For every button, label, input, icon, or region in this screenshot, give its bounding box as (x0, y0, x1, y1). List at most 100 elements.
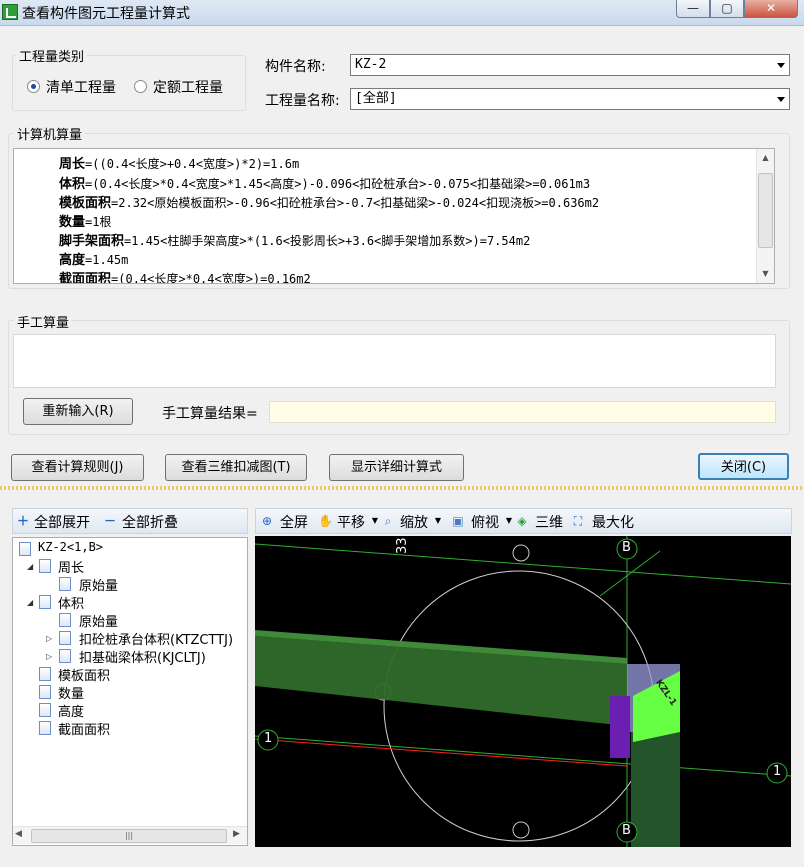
qty-name-value: [全部] (355, 91, 397, 106)
tree-item-perimeter[interactable]: 周长 (58, 557, 84, 576)
pan-button[interactable]: 平移 (337, 512, 365, 532)
expand-all-button[interactable]: 全部展开 (34, 512, 90, 532)
radio-bill-qty-label[interactable]: 清单工程量 (46, 77, 116, 97)
qty-name-select[interactable]: [全部] (350, 88, 790, 110)
tree-item-deduct-cap[interactable]: 扣砼桩承台体积(KTZCTTJ) (79, 629, 233, 648)
dimension-label: 33 (395, 537, 410, 554)
collapsed-arrow-icon[interactable]: ▷ (46, 634, 52, 643)
radio-bill-qty[interactable] (27, 80, 40, 93)
manual-result-label: 手工算量结果= (162, 406, 258, 422)
axis-label-b-bottom: B (622, 823, 631, 838)
top-view-button[interactable]: 俯视 (471, 512, 499, 532)
tree-item-volume-original[interactable]: 原始量 (79, 611, 118, 630)
scroll-thumb[interactable]: ||| (31, 829, 227, 843)
reenter-button[interactable]: 重新输入(R) (23, 398, 133, 425)
axis-label-1-left: 1 (264, 731, 273, 746)
collapse-all-button[interactable]: 全部折叠 (122, 512, 178, 532)
axis-line (255, 543, 791, 585)
tree-horizontal-scrollbar[interactable]: ◀ ||| ▶ (13, 826, 247, 844)
3d-scene (255, 536, 791, 847)
app-icon (2, 4, 18, 20)
scroll-up-arrow-icon[interactable]: ▲ (757, 149, 774, 166)
node-icon (59, 577, 71, 591)
calc-line: 周长=((0.4<长度>+0.4<宽度>)*2)=1.6m (59, 157, 300, 172)
node-icon (39, 721, 51, 735)
computer-calc-label: 计算机算量 (14, 124, 86, 143)
radio-quota-qty-label[interactable]: 定额工程量 (153, 77, 223, 97)
minimize-button[interactable]: — (676, 0, 710, 18)
qty-type-label: 工程量类别 (16, 46, 88, 65)
close-window-button[interactable]: ✕ (744, 0, 798, 18)
circle-handle (512, 821, 530, 839)
qty-name-label: 工程量名称: (265, 93, 340, 109)
manual-calc-label: 手工算量 (14, 312, 73, 331)
manual-result-field[interactable] (269, 401, 776, 423)
component-name-select[interactable]: KZ-2 (350, 54, 790, 76)
tree-item-height[interactable]: 高度 (58, 701, 84, 720)
view-dropdown-icon[interactable]: ▼ (502, 514, 516, 528)
axis-label-b-top: B (622, 540, 631, 555)
chevron-down-icon (777, 97, 785, 102)
axis-line (255, 735, 791, 777)
fullscreen-button[interactable]: 全屏 (280, 512, 308, 532)
component-name-label: 构件名称: (265, 59, 326, 75)
zoom-icon: ⌕ (384, 514, 392, 528)
3d-icon: ◈ (517, 514, 527, 528)
view-3d-deduction-button[interactable]: 查看三维扣减图(T) (165, 454, 307, 481)
collapsed-arrow-icon[interactable]: ▷ (46, 652, 52, 661)
tree-item-volume[interactable]: 体积 (58, 593, 84, 612)
node-icon (39, 667, 51, 681)
3d-viewport[interactable]: 1 1 B B 33 KZL-1 (255, 536, 791, 847)
radio-quota-qty[interactable] (134, 80, 147, 93)
tree-item-section[interactable]: 截面面积 (58, 719, 110, 738)
calc-line: 模板面积=2.32<原始模板面积>-0.96<扣砼桩承台>-0.7<扣基础梁>-… (59, 196, 600, 211)
axis-label-1-right: 1 (773, 764, 782, 779)
deduct-block (610, 696, 630, 758)
tree-root[interactable]: KZ-2<1,B> (38, 540, 103, 554)
tree-item-formwork[interactable]: 模板面积 (58, 665, 110, 684)
red-axis-line (255, 738, 628, 767)
tree-item-deduct-beam[interactable]: 扣基础梁体积(KJCLTJ) (79, 647, 206, 666)
zoom-dropdown-icon[interactable]: ▼ (431, 514, 445, 528)
manual-calc-input[interactable] (13, 334, 776, 388)
scroll-down-arrow-icon[interactable]: ▼ (757, 265, 774, 282)
calc-scrollbar[interactable]: ▲ ▼ (756, 149, 774, 283)
calc-line: 脚手架面积=1.45<柱脚手架高度>*(1.6<投影周长>+3.6<脚手架增加系… (59, 234, 531, 249)
window-title: 查看构件图元工程量计算式 (22, 6, 190, 22)
node-icon (39, 559, 51, 573)
calc-line: 高度=1.45m (59, 253, 129, 268)
expanded-arrow-icon[interactable]: ◢ (27, 598, 33, 607)
close-button[interactable]: 关闭(C) (698, 453, 789, 480)
magnifier-icon: ⊕ (261, 514, 273, 528)
calc-line: 截面面积=(0.4<长度>*0.4<宽度>)=0.16m2 (59, 272, 311, 284)
node-icon (39, 685, 51, 699)
calc-tree: KZ-2<1,B> ◢ 周长 原始量 ◢ 体积 原始量 ▷ 扣砼桩承台体积(KT… (12, 537, 248, 846)
tree-item-quantity[interactable]: 数量 (58, 683, 84, 702)
3d-button[interactable]: 三维 (535, 512, 563, 532)
expand-icon: ＋ (16, 514, 29, 528)
circle-handle (512, 544, 530, 562)
component-name-value: KZ-2 (355, 57, 387, 72)
splitter[interactable] (0, 486, 804, 490)
node-icon (39, 703, 51, 717)
computer-calc-text[interactable]: 周长=((0.4<长度>+0.4<宽度>)*2)=1.6m 体积=(0.4<长度… (13, 148, 775, 284)
maximize-button[interactable]: 最大化 (592, 512, 634, 532)
node-icon (59, 649, 71, 663)
hand-icon: ✋ (318, 514, 333, 528)
chevron-down-icon (777, 63, 785, 68)
pan-dropdown-icon[interactable]: ▼ (368, 514, 382, 528)
node-icon (59, 613, 71, 627)
node-icon (39, 595, 51, 609)
tree-item-perimeter-original[interactable]: 原始量 (79, 575, 118, 594)
scroll-left-arrow-icon[interactable]: ◀ (15, 829, 22, 839)
scroll-right-arrow-icon[interactable]: ▶ (233, 829, 240, 839)
scroll-thumb[interactable] (758, 173, 773, 248)
view-rules-button[interactable]: 查看计算规则(J) (11, 454, 144, 481)
zoom-button[interactable]: 缩放 (400, 512, 428, 532)
calc-line: 体积=(0.4<长度>*0.4<宽度>*1.45<高度>)-0.096<扣砼桩承… (59, 177, 591, 192)
show-detail-button[interactable]: 显示详细计算式 (329, 454, 464, 481)
maximize-window-button[interactable]: ▢ (710, 0, 744, 18)
calc-line: 数量=1根 (59, 215, 112, 230)
expanded-arrow-icon[interactable]: ◢ (27, 562, 33, 571)
cube-icon: ▣ (452, 514, 464, 528)
